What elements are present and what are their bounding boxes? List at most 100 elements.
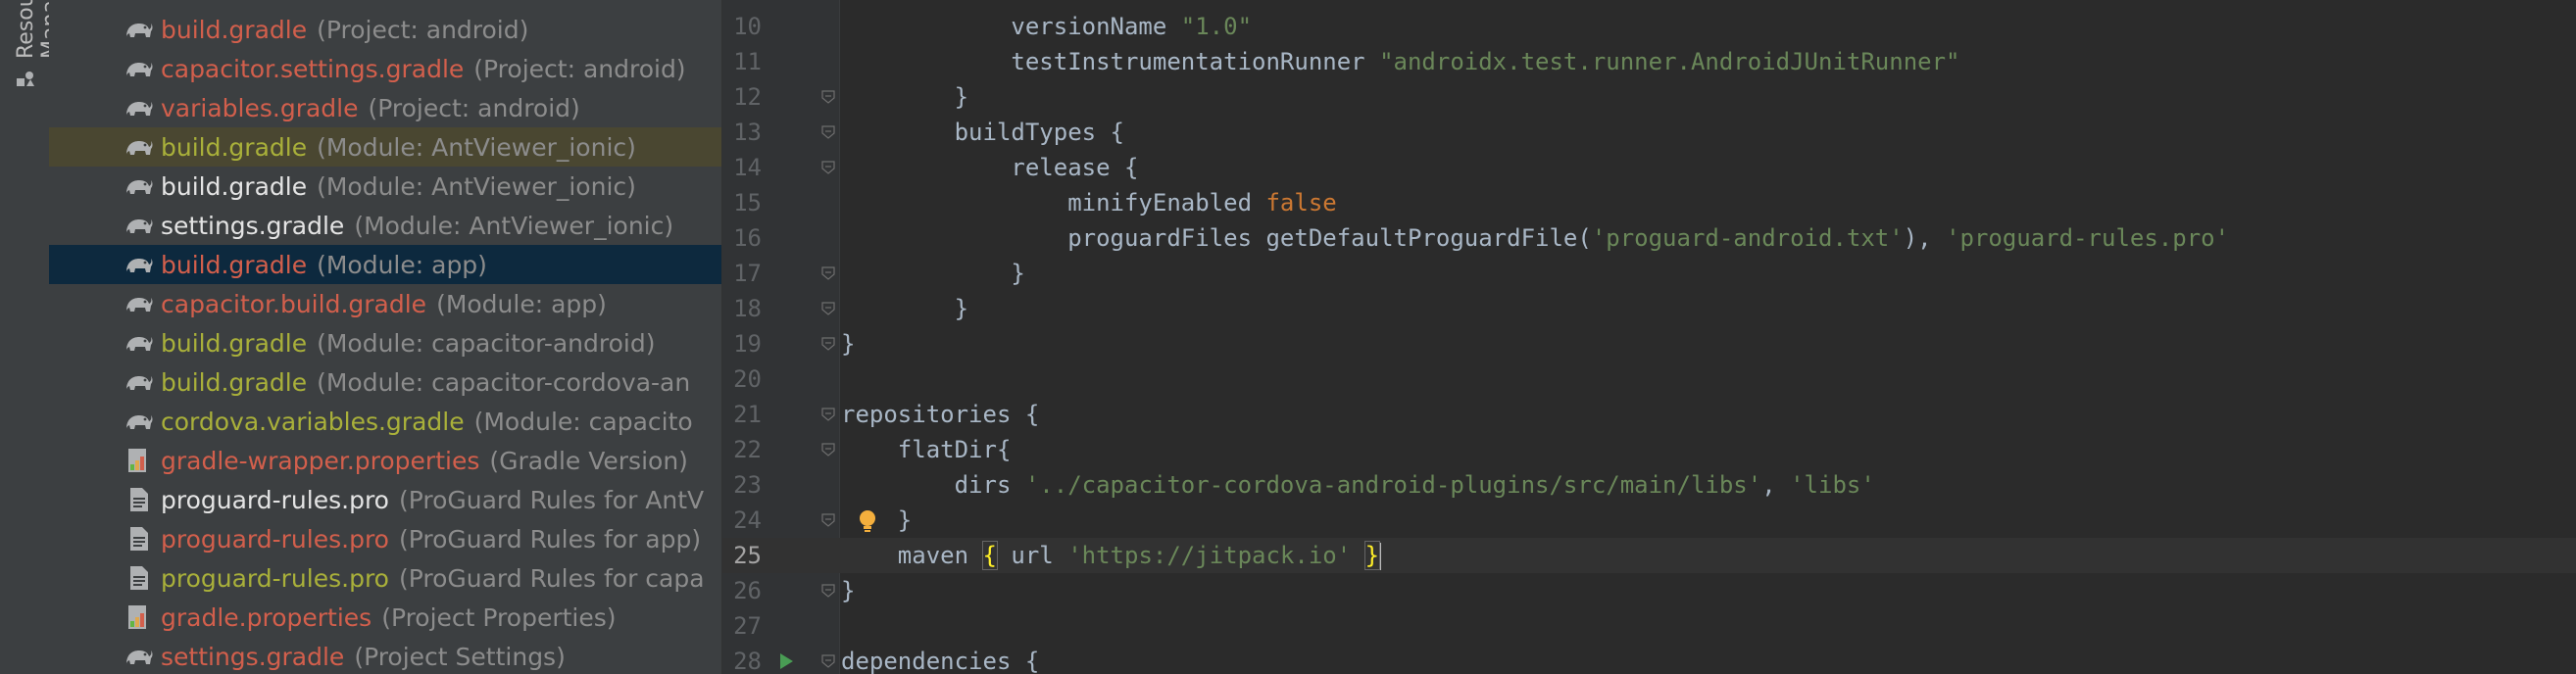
code-line[interactable]: 22 flatDir{ [722,432,2576,467]
tree-item[interactable]: capacitor.build.gradle (Module: app) [49,284,721,323]
line-number: 24 [733,506,762,534]
tree-item[interactable]: gradle.properties (Project Properties) [49,598,721,637]
fold-marker-icon[interactable] [821,125,835,139]
line-number: 21 [733,401,762,428]
run-gutter-icon[interactable] [777,652,795,670]
code-line[interactable]: 19} [722,326,2576,361]
gradle-elephant-icon [126,24,153,37]
tree-item[interactable]: proguard-rules.pro (ProGuard Rules for ca… [49,558,721,598]
code-line[interactable]: 17 } [722,256,2576,291]
tree-item[interactable]: capacitor.settings.gradle (Project: andro… [49,49,721,88]
code-line[interactable]: 10 versionName "1.0" [722,9,2576,44]
tree-item[interactable]: build.gradle (Module: capacitor-cordova-a… [49,362,721,402]
file-module-description: (Project: android) [368,93,580,122]
tree-item[interactable]: build.gradle (Module: app) [49,245,721,284]
file-module-description: (Project Settings) [354,642,566,671]
file-name: gradle-wrapper.properties [161,446,480,475]
tree-item[interactable]: build.gradle (Module: AntViewer_ionic) [49,167,721,206]
code-line[interactable]: 26} [722,573,2576,608]
code-token: minifyEnabled [841,189,1266,217]
code-line[interactable]: 13 buildTypes { [722,115,2576,150]
file-name: cordova.variables.gradle [161,407,465,436]
file-module-description: (Module: app) [317,250,487,279]
code-line[interactable]: 14 release { [722,150,2576,185]
code-text: release { [841,150,1138,185]
code-line[interactable]: 11 testInstrumentationRunner "androidx.t… [722,44,2576,79]
text-caret [1379,543,1382,570]
resource-manager-icon[interactable] [15,69,36,90]
file-name: build.gradle [161,15,308,44]
code-text: } [841,573,855,608]
gradle-elephant-icon [126,415,153,429]
code-text: proguardFiles getDefaultProguardFile('pr… [841,220,2229,256]
intention-bulb-icon[interactable] [856,508,879,534]
code-text: dependencies { [841,644,1039,674]
code-line[interactable]: 16 proguardFiles getDefaultProguardFile(… [722,220,2576,256]
file-name: build.gradle [161,171,308,201]
gradle-elephant-icon [126,219,153,233]
code-editor[interactable]: 10 versionName "1.0" 11 testInstrumentati… [722,0,2576,674]
file-name: build.gradle [161,250,308,279]
text-file-icon [130,527,148,551]
tree-item[interactable]: build.gradle (Module: capacitor-android) [49,323,721,362]
line-number: 25 [733,542,762,569]
code-text: repositories { [841,397,1039,432]
code-line[interactable]: 24 } [722,503,2576,538]
fold-marker-icon[interactable] [821,443,835,457]
code-token: buildTypes { [841,119,1124,146]
code-token: dirs [841,471,1025,499]
file-name: settings.gradle [161,211,345,240]
fold-marker-icon[interactable] [821,513,835,527]
line-number: 26 [733,577,762,604]
code-line[interactable]: 27 [722,608,2576,644]
file-module-description: (Module: AntViewer_ionic) [317,171,636,201]
fold-marker-icon[interactable] [821,584,835,598]
line-number: 11 [733,48,762,75]
code-line[interactable]: 18 } [722,291,2576,326]
code-line[interactable]: 25 maven { url 'https://jitpack.io' } [722,538,2576,573]
fold-marker-icon[interactable] [821,266,835,280]
file-name: proguard-rules.pro [161,563,389,593]
code-text: testInstrumentationRunner "androidx.test… [841,44,1959,79]
tree-item[interactable]: cordova.variables.gradle (Module: capacit… [49,402,721,441]
code-text: } [841,79,968,115]
code-token: url [996,542,1068,569]
line-number: 13 [733,119,762,146]
fold-marker-icon[interactable] [821,161,835,174]
string-literal: 'proguard-rules.pro' [1946,224,2230,252]
file-module-description: (Module: capacitor-android) [317,328,656,358]
fold-marker-icon[interactable] [821,90,835,104]
code-line[interactable]: 12 } [722,79,2576,115]
tree-item[interactable]: gradle-wrapper.properties (Gradle Version… [49,441,721,480]
code-text: } [841,326,855,361]
fold-marker-icon[interactable] [821,337,835,351]
gradle-elephant-icon [126,102,153,116]
line-number: 12 [733,83,762,111]
code-token: , [1761,471,1791,499]
file-module-description: (Module: capacito [473,407,693,436]
code-line[interactable]: 15 minifyEnabled false [722,185,2576,220]
tree-item[interactable]: variables.gradle (Project: android) [49,88,721,127]
code-line[interactable]: 20 [722,361,2576,397]
tree-item[interactable]: proguard-rules.pro (ProGuard Rules for ap… [49,519,721,558]
file-name: proguard-rules.pro [161,524,389,554]
file-name: settings.gradle [161,642,345,671]
line-number: 14 [733,154,762,181]
fold-marker-icon[interactable] [821,654,835,668]
code-line[interactable]: 23 dirs '../capacitor-cordova-android-pl… [722,467,2576,503]
code-token: maven [841,542,983,569]
code-line[interactable]: 28 dependencies { [722,644,2576,674]
tree-item[interactable]: settings.gradle (Project Settings) [49,637,721,674]
fold-marker-icon[interactable] [821,408,835,421]
code-token: } [841,83,969,111]
matched-brace: { [981,541,998,570]
tree-item[interactable]: proguard-rules.pro (ProGuard Rules for An… [49,480,721,519]
tree-item[interactable]: build.gradle (Project: android) [49,10,721,49]
code-line[interactable]: 21 repositories { [722,397,2576,432]
tree-item[interactable]: build.gradle (Module: AntViewer_ionic) [49,127,721,167]
code-token: dependencies { [841,648,1040,674]
tree-item[interactable]: settings.gradle (Module: AntViewer_ionic) [49,206,721,245]
file-module-description: (Module: AntViewer_ionic) [354,211,674,240]
fold-marker-icon[interactable] [821,302,835,315]
